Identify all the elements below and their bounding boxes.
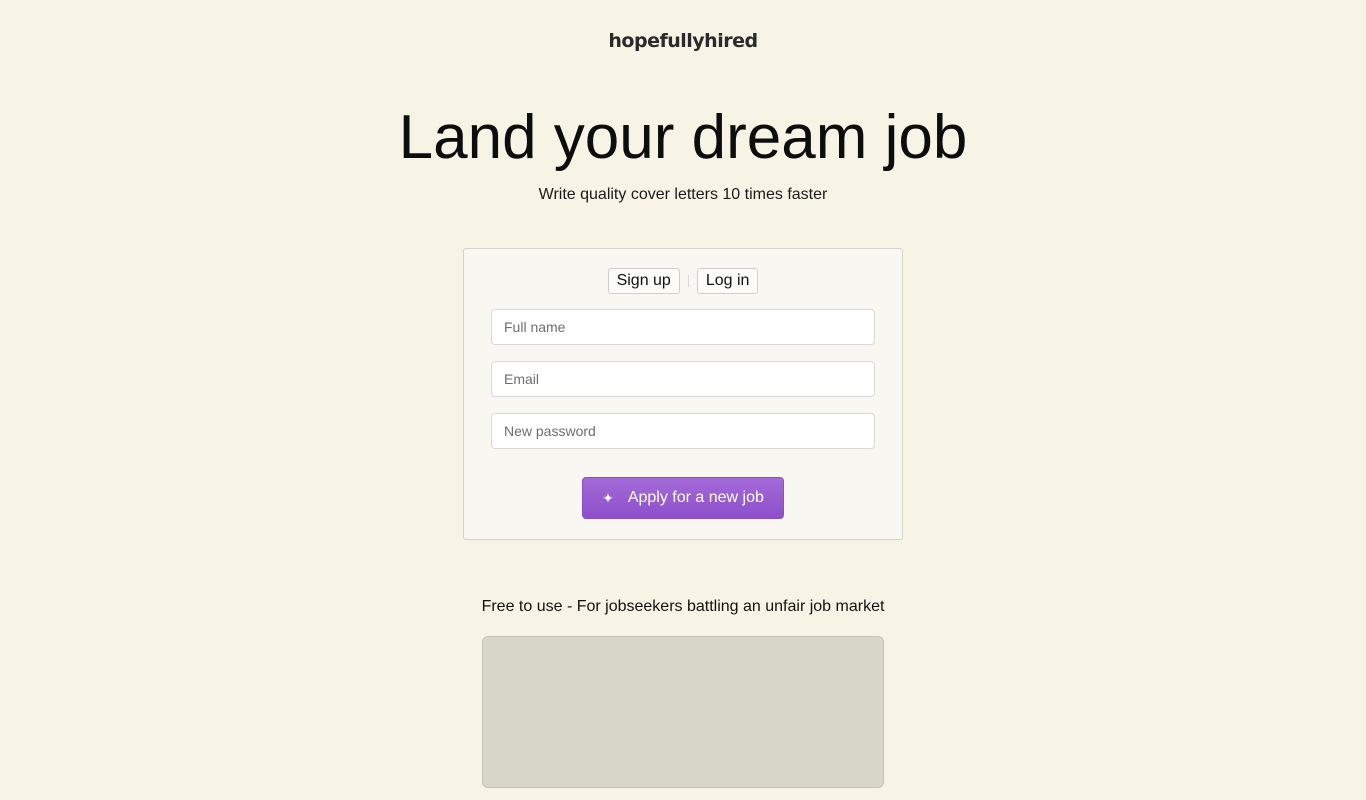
hero-subheadline: Write quality cover letters 10 times fas…	[538, 186, 828, 203]
sparkle-icon: ✦	[602, 490, 614, 506]
apply-button-label: Apply for a new job	[627, 489, 764, 506]
landing-page: hopefullyhired Land your dream job Write…	[0, 0, 1366, 800]
apply-for-new-job-button[interactable]: ✦ Apply for a new job	[582, 477, 784, 519]
tab-sign-up[interactable]: Sign up	[607, 268, 680, 294]
tab-log-in[interactable]: Log in	[696, 268, 759, 294]
auth-card: Sign up Log in ✦ Apply for a new job	[463, 248, 903, 540]
tagline: Free to use - For jobseekers battling an…	[481, 598, 885, 615]
email-input[interactable]	[491, 361, 875, 397]
new-password-input[interactable]	[491, 413, 875, 449]
full-name-input[interactable]	[491, 309, 875, 345]
tab-divider	[687, 275, 689, 287]
auth-tabs: Sign up Log in	[464, 268, 902, 294]
hero-headline: Land your dream job	[398, 103, 968, 172]
brand-logo[interactable]: hopefullyhired	[0, 30, 1366, 52]
media-placeholder	[482, 636, 884, 788]
